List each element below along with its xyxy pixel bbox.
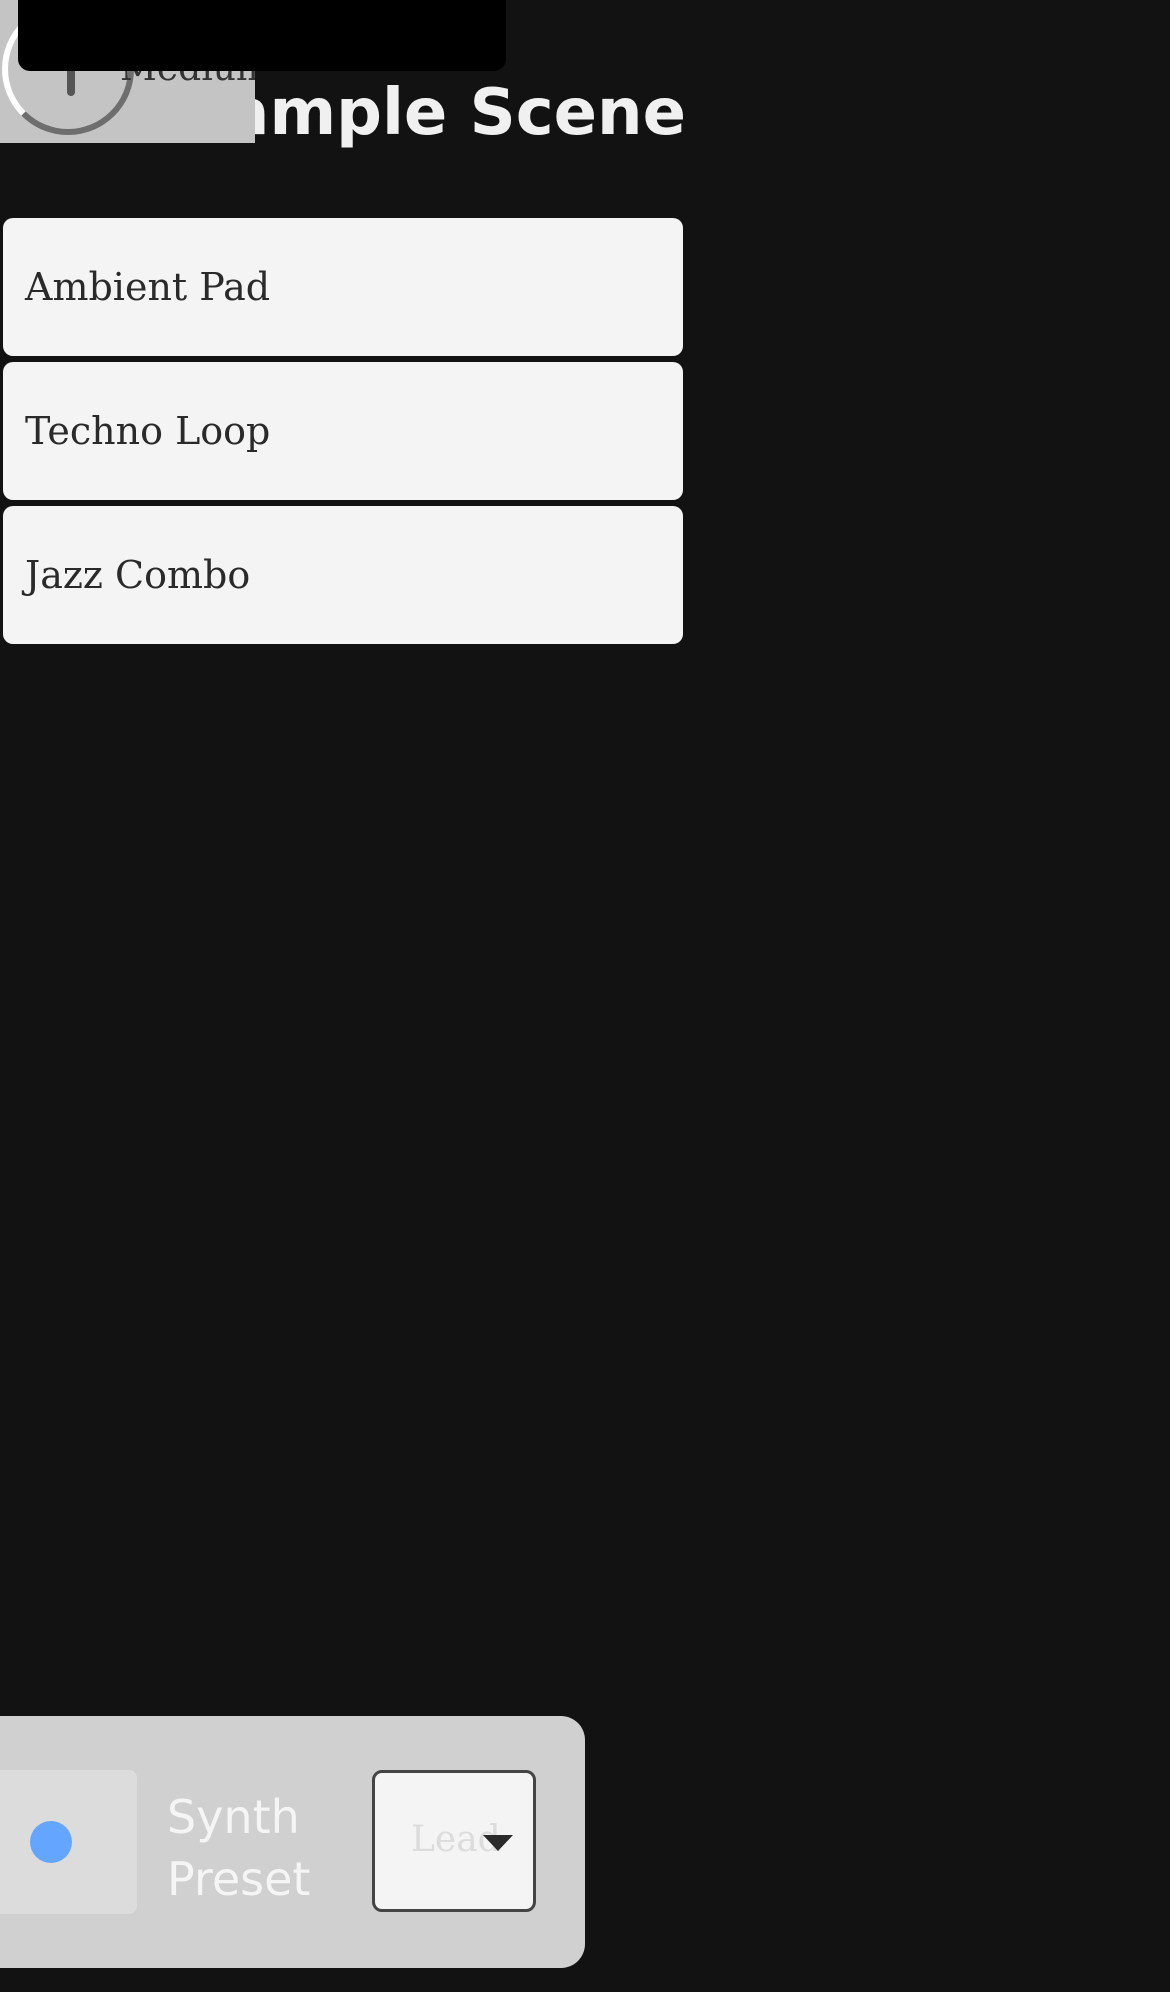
- preset-dropdown[interactable]: Lead: [372, 1770, 536, 1912]
- top-overlay: [18, 0, 506, 71]
- scene-list: Ambient Pad Techno Loop Jazz Combo: [3, 218, 683, 650]
- scene-item-jazz-combo[interactable]: Jazz Combo: [3, 506, 683, 644]
- status-dot-icon: [30, 1821, 72, 1863]
- chevron-down-icon: [483, 1835, 513, 1851]
- scene-item-techno-loop[interactable]: Techno Loop: [3, 362, 683, 500]
- scene-item-ambient-pad[interactable]: Ambient Pad: [3, 218, 683, 356]
- preset-panel: Synth Preset Lead: [0, 1716, 585, 1968]
- preset-label: Synth Preset: [167, 1790, 311, 1906]
- status-tile[interactable]: [0, 1770, 137, 1914]
